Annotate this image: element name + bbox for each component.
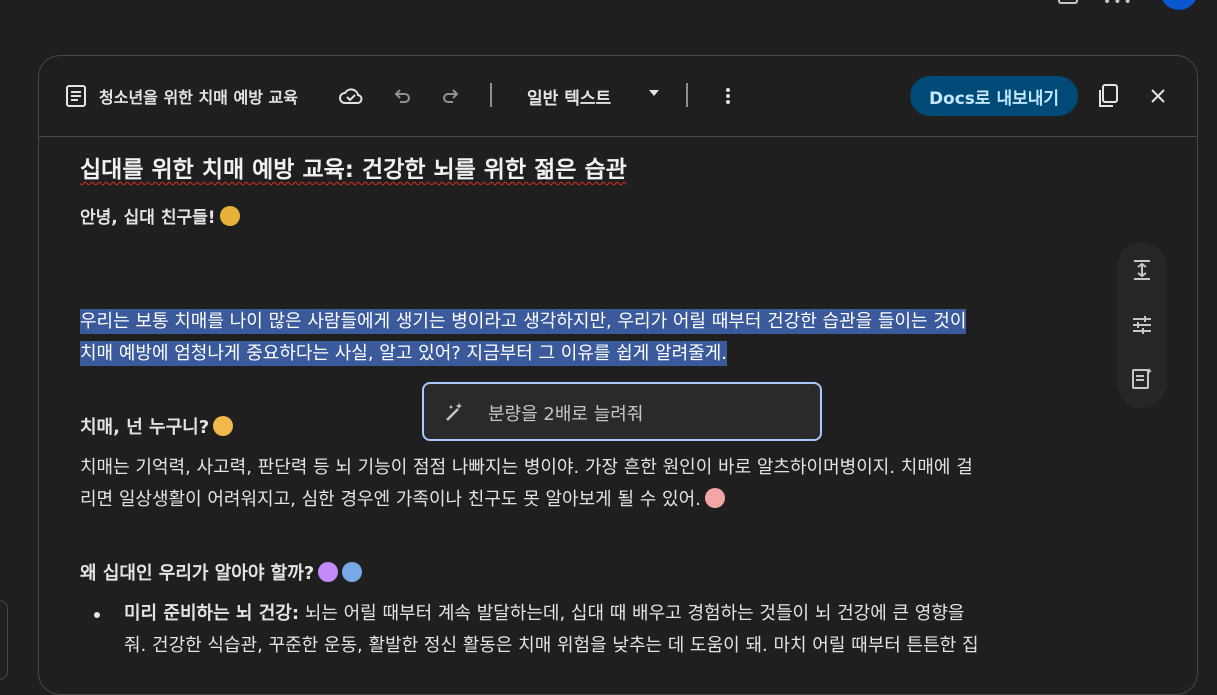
ai-suggestion-chip[interactable]: 분량을 2배로 늘려줘	[422, 382, 822, 441]
paragraph-line: 리면 일상생활이 어려워지고, 심한 경우엔 가족이나 친구도 못 알아보게 될…	[80, 489, 701, 510]
flushed-emoji-icon	[704, 488, 725, 508]
copy-icon[interactable]	[1094, 83, 1120, 109]
expand-vertical-icon[interactable]	[1130, 258, 1154, 282]
section-heading: 치매, 넌 누구니?	[80, 413, 234, 439]
export-to-docs-button[interactable]: Docs로 내보내기	[910, 76, 1078, 116]
apps-icon[interactable]: •••	[1103, 0, 1134, 10]
list-item-text: 줘. 건강한 식습관, 꾸준한 운동, 활발한 정신 활동은 치매 위험을 낮추…	[124, 635, 979, 656]
undo-icon[interactable]	[389, 83, 415, 109]
thinking-emoji-icon	[213, 416, 234, 436]
heading-text: 십대를 위한 치매 예방 교육: 건강한 뇌를 위한 젊은 습관	[80, 157, 627, 183]
suggestion-text: 분량을 2배로 늘려줘	[488, 404, 644, 425]
list-item-title: 미리 준비하는 뇌 건강:	[124, 603, 300, 624]
list-item-text: 뇌는 어릴 때부터 계속 발달하는데, 십대 때 배우고 경험하는 것들이 뇌 …	[299, 603, 965, 624]
side-toolbar	[1117, 242, 1167, 408]
cloud-icon[interactable]	[338, 83, 364, 109]
section1-paragraph: 치매는 기억력, 사고력, 판단력 등 뇌 기능이 점점 나빠지는 병이야. 가…	[80, 452, 1060, 516]
divider	[490, 83, 492, 107]
greeting: 안녕, 십대 친구들!	[80, 203, 240, 228]
panel-header: 청소년을 위한 치매 예방 교육 일반 텍스트 Docs로 내보내기	[39, 56, 1197, 137]
background-panel-edge	[0, 600, 8, 680]
more-vert-icon[interactable]	[715, 83, 741, 109]
section-heading-text: 왜 십대인 우리가 알아야 할까?	[80, 563, 315, 584]
document-title[interactable]: 청소년을 위한 치매 예방 교육	[99, 84, 298, 108]
close-icon[interactable]	[1145, 83, 1171, 109]
bullet-marker	[94, 612, 100, 618]
shrug-emoji-icon	[342, 562, 363, 582]
wave-emoji-icon	[219, 206, 240, 226]
selected-text-line: 우리는 보통 치매를 나이 많은 사람들에게 생기는 병이라고 생각하지만, 우…	[80, 309, 967, 334]
section-heading-text: 치매, 넌 누구니?	[80, 417, 210, 438]
paragraph-line: 치매는 기억력, 사고력, 판단력 등 뇌 기능이 점점 나빠지는 병이야. 가…	[80, 457, 973, 478]
tune-icon[interactable]	[1130, 313, 1154, 337]
shrug-emoji-icon	[318, 562, 339, 582]
top-bar-icon[interactable]	[1058, 0, 1078, 4]
document-icon	[66, 85, 86, 107]
paragraph-style-select[interactable]: 일반 텍스트	[527, 84, 611, 109]
avatar[interactable]	[1160, 0, 1198, 10]
chevron-down-icon[interactable]	[649, 90, 659, 96]
list-item: 미리 준비하는 뇌 건강: 뇌는 어릴 때부터 계속 발달하는데, 십대 때 배…	[124, 598, 1064, 662]
divider	[686, 83, 688, 107]
document-heading: 십대를 위한 치매 예방 교육: 건강한 뇌를 위한 젊은 습관	[80, 150, 627, 184]
magic-pen-icon	[446, 403, 462, 421]
section-heading: 왜 십대인 우리가 알아야 할까?	[80, 559, 363, 585]
summarize-icon[interactable]	[1130, 367, 1154, 391]
greeting-text: 안녕, 십대 친구들!	[80, 208, 216, 228]
intro-paragraph: 우리는 보통 치매를 나이 많은 사람들에게 생기는 병이라고 생각하지만, 우…	[80, 306, 967, 370]
selected-text-line: 치매 예방에 엄청나게 중요하다는 사실, 알고 있어? 지금부터 그 이유를 …	[80, 341, 727, 366]
top-app-bar: •••	[0, 0, 1217, 14]
redo-icon[interactable]	[438, 83, 464, 109]
